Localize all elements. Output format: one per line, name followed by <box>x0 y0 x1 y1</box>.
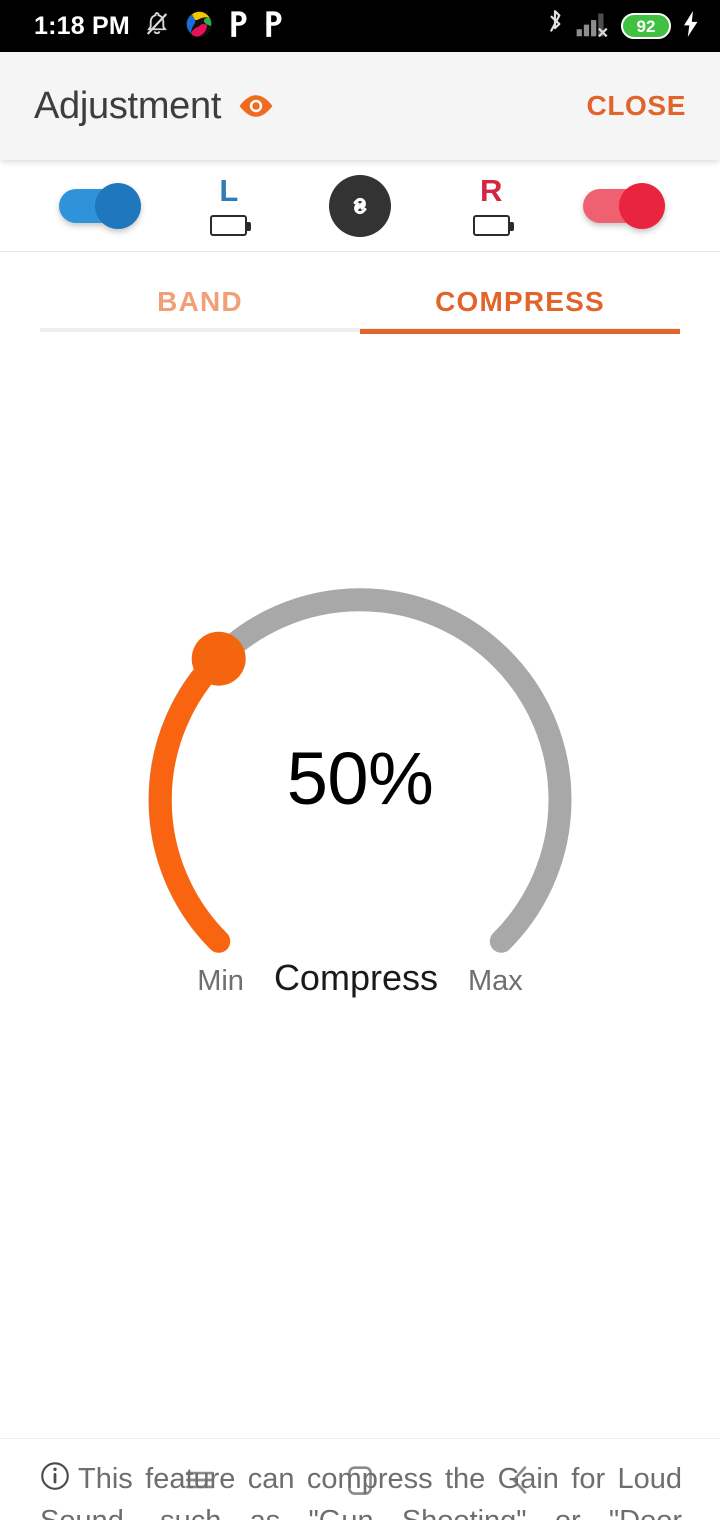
right-channel-label: R <box>480 173 503 208</box>
toggle-knob <box>94 182 141 229</box>
status-bar-clock: 1:18 PM <box>34 11 130 40</box>
right-channel-status: R <box>426 160 557 251</box>
feature-description-text: This feature can compress the Gain for L… <box>40 1463 682 1520</box>
left-channel-label: L <box>219 173 239 208</box>
link-channels-cell <box>294 160 425 251</box>
gauge-min-label: Min <box>197 965 244 997</box>
compress-gauge[interactable]: 50% Min Compress Max <box>0 570 720 1010</box>
left-battery-full-icon <box>210 215 252 236</box>
app-header: Adjustment CLOSE <box>0 52 720 160</box>
right-battery-full-icon <box>472 215 514 236</box>
left-device-power-toggle[interactable] <box>58 182 141 229</box>
tab-compress[interactable]: COMPRESS <box>360 252 680 352</box>
gauge-title: Compress <box>273 957 438 998</box>
gauge-label-row: Min Compress Max <box>0 960 720 996</box>
gauge-value-text: 50% <box>286 737 434 820</box>
left-toggle-cell <box>32 160 163 251</box>
right-device-power-toggle[interactable] <box>583 182 666 229</box>
device-control-bar: L R <box>0 160 720 252</box>
tab-bar: BAND COMPRESS <box>0 252 720 352</box>
close-button[interactable]: CLOSE <box>587 90 686 122</box>
info-circle-icon <box>40 1461 70 1502</box>
app-screen: 1:18 PM 92 Adjustment CLOSE L R BAND COM… <box>0 0 720 1520</box>
feature-description: This feature can compress the Gain for L… <box>40 1460 682 1520</box>
compress-panel: 50% Min Compress Max This feature can co… <box>0 352 720 1520</box>
app-p-icon <box>227 10 249 43</box>
left-channel-status: L <box>163 160 294 251</box>
notifications-silenced-icon <box>143 10 171 43</box>
bluetooth-icon <box>545 9 565 44</box>
app-color-logo-icon <box>184 9 214 44</box>
battery-level-text: 92 <box>636 16 656 36</box>
status-bar-right-group: 92 <box>545 9 700 44</box>
status-bar-left-group: 1:18 PM <box>34 9 284 44</box>
page-title: Adjustment <box>34 84 222 127</box>
cellular-no-sim-icon <box>576 10 610 43</box>
tab-band[interactable]: BAND <box>40 252 360 352</box>
toggle-knob <box>619 182 666 229</box>
link-chain-icon[interactable] <box>329 174 391 237</box>
right-toggle-cell <box>557 160 688 251</box>
status-bar: 1:18 PM 92 <box>0 0 720 52</box>
gauge-max-label: Max <box>467 965 523 997</box>
battery-icon: 92 <box>621 13 671 39</box>
app-p-alt-icon <box>262 10 284 43</box>
eye-icon[interactable] <box>237 93 275 119</box>
gauge-thumb-handle[interactable] <box>191 631 246 686</box>
charging-bolt-icon <box>682 10 700 43</box>
tab-active-indicator <box>360 329 680 334</box>
